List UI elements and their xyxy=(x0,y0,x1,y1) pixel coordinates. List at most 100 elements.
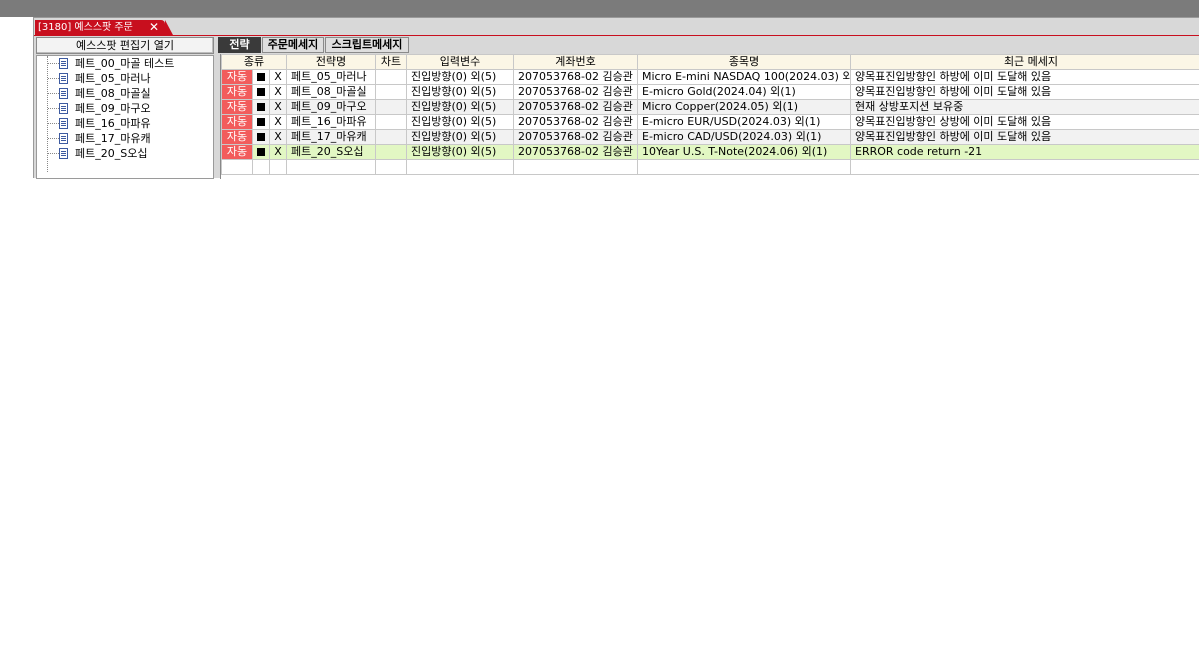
window-title: [3180] 예스스팟 주문 xyxy=(38,22,133,33)
yesspot-order-window: [3180] 예스스팟 주문 ✕ 예스스팟 편집기 열기 페트_00_마골 테스… xyxy=(33,17,1199,179)
chart-cell[interactable] xyxy=(375,99,407,115)
account-cell: 207053768-02 김승관 xyxy=(513,69,638,85)
document-icon xyxy=(59,58,68,69)
column-header-account[interactable]: 계좌번호 xyxy=(513,54,638,70)
empty-cell xyxy=(406,159,514,175)
tree-branch xyxy=(48,138,59,139)
empty-cell xyxy=(375,159,407,175)
stop-square-icon xyxy=(257,118,265,126)
column-header-message[interactable]: 최근 메세지 xyxy=(850,54,1199,70)
remove-button[interactable]: X xyxy=(269,129,287,145)
tree-branch xyxy=(48,93,59,94)
symbol-cell: E-micro EUR/USD(2024.03) 외(1) xyxy=(637,114,851,130)
tree-branch xyxy=(48,78,59,79)
stop-button[interactable] xyxy=(252,144,270,160)
input-cell: 진입방향(0) 외(5) xyxy=(406,99,514,115)
chart-cell[interactable] xyxy=(375,144,407,160)
column-header-symbol[interactable]: 종목명 xyxy=(637,54,851,70)
table-row[interactable]: 자동 X 페트_08_마골실 진입방향(0) 외(5) 207053768-02… xyxy=(221,84,1199,100)
empty-cell xyxy=(252,159,270,175)
strategy-tree: 페트_00_마골 테스트 페트_05_마러나 페트_08_마골실 페트_09_마… xyxy=(36,55,214,179)
tree-item[interactable]: 페트_00_마골 테스트 xyxy=(37,56,213,71)
column-header-strategy[interactable]: 전략명 xyxy=(286,54,376,70)
account-cell: 207053768-02 김승관 xyxy=(513,129,638,145)
column-header-input[interactable]: 입력변수 xyxy=(406,54,514,70)
message-cell: 현재 상방포지션 보유중 xyxy=(850,99,1199,115)
kind-cell[interactable]: 자동 xyxy=(221,129,253,145)
strategy-name-cell: 페트_08_마골실 xyxy=(286,84,376,100)
remove-button[interactable]: X xyxy=(269,114,287,130)
empty-cell xyxy=(850,159,1199,175)
column-header-chart[interactable]: 차트 xyxy=(375,54,407,70)
chart-cell[interactable] xyxy=(375,129,407,145)
chart-cell[interactable] xyxy=(375,114,407,130)
empty-cell xyxy=(221,159,253,175)
table-row[interactable]: 자동 X 페트_16_마파유 진입방향(0) 외(5) 207053768-02… xyxy=(221,114,1199,130)
kind-cell[interactable]: 자동 xyxy=(221,114,253,130)
window-tab[interactable]: [3180] 예스스팟 주문 ✕ xyxy=(35,20,165,35)
strategy-tree-panel: 예스스팟 편집기 열기 페트_00_마골 테스트 페트_05_마러나 페트_08… xyxy=(35,37,215,179)
input-cell: 진입방향(0) 외(5) xyxy=(406,69,514,85)
tab-underline xyxy=(34,35,1199,36)
table-row[interactable]: 자동 X 페트_05_마러나 진입방향(0) 외(5) 207053768-02… xyxy=(221,69,1199,85)
input-cell: 진입방향(0) 외(5) xyxy=(406,114,514,130)
account-cell: 207053768-02 김승관 xyxy=(513,99,638,115)
stop-button[interactable] xyxy=(252,69,270,85)
kind-cell[interactable]: 자동 xyxy=(221,99,253,115)
desktop-top-bar xyxy=(0,0,1199,17)
strategy-name-cell: 페트_05_마러나 xyxy=(286,69,376,85)
stop-square-icon xyxy=(257,73,265,81)
tree-item[interactable]: 페트_09_마구오 xyxy=(37,101,213,116)
tree-item[interactable]: 페트_20_S오십 xyxy=(37,146,213,161)
tab-strategy[interactable]: 전략 xyxy=(218,37,261,53)
table-header-row: 종류 전략명 차트 입력변수 계좌번호 종목명 최근 메세지 xyxy=(221,54,1199,70)
remove-button[interactable]: X xyxy=(269,99,287,115)
tree-item-label: 페트_16_마파유 xyxy=(75,117,151,130)
column-header-kind[interactable]: 종류 xyxy=(221,54,287,70)
account-cell: 207053768-02 김승관 xyxy=(513,144,638,160)
document-icon xyxy=(59,103,68,114)
stop-button[interactable] xyxy=(252,99,270,115)
stop-button[interactable] xyxy=(252,84,270,100)
document-icon xyxy=(59,148,68,159)
remove-button[interactable]: X xyxy=(269,144,287,160)
symbol-cell: E-micro Gold(2024.04) 외(1) xyxy=(637,84,851,100)
kind-cell[interactable]: 자동 xyxy=(221,69,253,85)
close-icon[interactable]: ✕ xyxy=(149,20,159,35)
message-cell: 양목표진입방향인 하방에 이미 도달해 있음 xyxy=(850,129,1199,145)
chart-cell[interactable] xyxy=(375,69,407,85)
chart-cell[interactable] xyxy=(375,84,407,100)
message-cell: 양목표진입방향인 상방에 이미 도달해 있음 xyxy=(850,114,1199,130)
symbol-cell: Micro E-mini NASDAQ 100(2024.03) 외(1) xyxy=(637,69,851,85)
document-icon xyxy=(59,133,68,144)
empty-cell xyxy=(513,159,638,175)
tab-script-messages[interactable]: 스크립트메세지 xyxy=(325,37,409,53)
tree-item[interactable]: 페트_17_마유캐 xyxy=(37,131,213,146)
tree-item-label: 페트_08_마골실 xyxy=(75,87,151,100)
strategy-name-cell: 페트_16_마파유 xyxy=(286,114,376,130)
table-row-selected[interactable]: 자동 X 페트_20_S오십 진입방향(0) 외(5) 207053768-02… xyxy=(221,144,1199,160)
kind-cell[interactable]: 자동 xyxy=(221,84,253,100)
empty-cell xyxy=(637,159,851,175)
stop-button[interactable] xyxy=(252,129,270,145)
tree-item-label: 페트_20_S오십 xyxy=(75,147,148,160)
account-cell: 207053768-02 김승관 xyxy=(513,84,638,100)
strategy-name-cell: 페트_17_마유캐 xyxy=(286,129,376,145)
remove-button[interactable]: X xyxy=(269,69,287,85)
table-row[interactable]: 자동 X 페트_17_마유캐 진입방향(0) 외(5) 207053768-02… xyxy=(221,129,1199,145)
tree-item[interactable]: 페트_16_마파유 xyxy=(37,116,213,131)
table-row[interactable]: 자동 X 페트_09_마구오 진입방향(0) 외(5) 207053768-02… xyxy=(221,99,1199,115)
tab-order-messages[interactable]: 주문메세지 xyxy=(262,37,324,53)
tree-item[interactable]: 페트_08_마골실 xyxy=(37,86,213,101)
account-cell: 207053768-02 김승관 xyxy=(513,114,638,130)
open-editor-button[interactable]: 예스스팟 편집기 열기 xyxy=(36,37,214,54)
strategy-table: 종류 전략명 차트 입력변수 계좌번호 종목명 최근 메세지 자동 X 페트_0… xyxy=(221,54,1199,175)
symbol-cell: E-micro CAD/USD(2024.03) 외(1) xyxy=(637,129,851,145)
stop-button[interactable] xyxy=(252,114,270,130)
remove-button[interactable]: X xyxy=(269,84,287,100)
kind-cell[interactable]: 자동 xyxy=(221,144,253,160)
tree-item[interactable]: 페트_05_마러나 xyxy=(37,71,213,86)
symbol-cell: Micro Copper(2024.05) 외(1) xyxy=(637,99,851,115)
strategy-name-cell: 페트_09_마구오 xyxy=(286,99,376,115)
tree-branch xyxy=(48,123,59,124)
